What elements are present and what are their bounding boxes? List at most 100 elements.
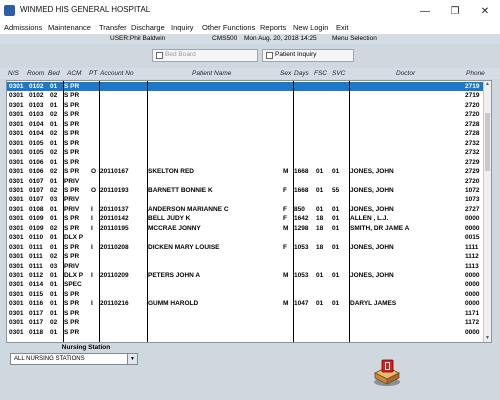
menu-inquiry[interactable]: Inquiry: [171, 23, 194, 32]
table-row[interactable]: 0301 0109 02 S PR I 20110195 MCCRAE JONNY M 1298…: [7, 224, 491, 233]
table-row[interactable]: 0301 0102 01 S PR 2719: [7, 82, 491, 91]
bed-board-toggle[interactable]: Bed Board: [152, 49, 258, 62]
cell-pt: I: [91, 300, 93, 308]
col-ns[interactable]: N/S: [8, 70, 19, 77]
cell-sex: M: [283, 224, 289, 232]
cell-name: [148, 158, 282, 167]
table-row[interactable]: 0301 0107 03 PRIV 1073: [7, 195, 491, 204]
table-row[interactable]: 0301 0111 03 PRIV 1113: [7, 262, 491, 271]
menu-new-login[interactable]: New Login: [293, 23, 328, 32]
table-row[interactable]: 0301 0118 01 S PR 0000: [7, 328, 491, 337]
table-row[interactable]: 0301 0107 02 S PR O 20110193 BARNETT BONNIE K F…: [7, 186, 491, 195]
col-days[interactable]: Days: [294, 70, 309, 77]
cell-room: 0107: [29, 196, 44, 204]
col-svc[interactable]: SVC: [332, 70, 345, 77]
cell-ns: 0301: [9, 243, 24, 251]
menu-maintenance[interactable]: Maintenance: [48, 23, 91, 32]
cell-bed: 01: [50, 215, 58, 223]
close-button[interactable]: ✕: [470, 0, 500, 22]
cell-doctor: [350, 290, 462, 299]
menu-other-functions[interactable]: Other Functions: [202, 23, 255, 32]
cell-acm: S PR: [64, 101, 80, 109]
menu-transfer[interactable]: Transfer: [99, 23, 127, 32]
table-row[interactable]: 0301 0107 01 PRIV 2720: [7, 177, 491, 186]
cell-phone: 2728: [465, 120, 480, 128]
col-fsc[interactable]: FSC: [314, 70, 327, 77]
cell-bed: 01: [50, 272, 58, 279]
menu-exit[interactable]: Exit: [336, 23, 349, 32]
table-row[interactable]: 0301 0117 02 S PR 1172: [7, 318, 491, 327]
scroll-thumb[interactable]: [485, 113, 490, 171]
table-row[interactable]: 0301 0111 01 S PR I 20110208 DICKEN MARY LOUIS…: [7, 243, 491, 252]
cell-doctor: [350, 309, 462, 318]
scroll-up-arrow-icon[interactable]: ▲: [484, 81, 491, 88]
cell-account: [100, 139, 146, 148]
menu-discharge[interactable]: Discharge: [131, 23, 165, 32]
cell-account: [100, 195, 146, 204]
table-row[interactable]: 0301 0117 01 S PR 1171: [7, 309, 491, 318]
cell-room: 0115: [29, 290, 44, 298]
patient-inquiry-checkbox[interactable]: [266, 52, 273, 59]
table-row[interactable]: 0301 0114 01 SPEC 0000: [7, 280, 491, 289]
maximize-button[interactable]: ❐: [440, 0, 470, 22]
exit-door-icon[interactable]: [372, 357, 402, 387]
grid-scrollbar[interactable]: ▲ ▼: [483, 81, 491, 342]
cell-doctor: [350, 262, 462, 271]
table-row[interactable]: 0301 0106 02 S PR O 20110167 SKELTON RED M 1668 0…: [7, 167, 491, 176]
cell-acm: S PR: [64, 83, 80, 90]
col-sex[interactable]: Sex: [280, 70, 291, 77]
nursing-station-select[interactable]: ALL NURSING STATIONS ▼: [10, 353, 138, 365]
table-row[interactable]: 0301 0105 02 S PR 2732: [7, 148, 491, 157]
cell-fsc: [316, 139, 330, 148]
table-row[interactable]: 0301 0106 01 S PR 2729: [7, 158, 491, 167]
cell-phone: 0015: [465, 234, 480, 242]
table-row[interactable]: 0301 0108 01 PRIV I 20110137 ANDERSON MARIANNE…: [7, 205, 491, 214]
cell-acm: S PR: [64, 309, 80, 317]
minimize-button[interactable]: —: [410, 0, 440, 22]
cell-account: 20110142: [100, 215, 129, 223]
cell-bed: 01: [50, 309, 58, 317]
dropdown-arrow-icon[interactable]: ▼: [127, 354, 137, 364]
bed-board-checkbox[interactable]: [156, 52, 163, 59]
table-row[interactable]: 0301 0105 01 S PR 2732: [7, 139, 491, 148]
col-pt[interactable]: PT: [89, 70, 97, 77]
cell-room: 0109: [29, 215, 44, 223]
col-doctor[interactable]: Doctor: [396, 70, 415, 77]
scroll-down-arrow-icon[interactable]: ▼: [484, 335, 491, 342]
cell-acm: DLX P: [64, 272, 84, 279]
patient-inquiry-toggle[interactable]: Patient Inquiry: [262, 49, 354, 62]
col-phone[interactable]: Phone: [466, 70, 485, 77]
table-row[interactable]: 0301 0111 02 S PR 1112: [7, 252, 491, 261]
table-row[interactable]: 0301 0115 01 S PR 0000: [7, 290, 491, 299]
col-account[interactable]: Account No: [100, 70, 134, 77]
cell-bed: 01: [50, 234, 58, 242]
table-row[interactable]: 0301 0103 01 S PR 2720: [7, 101, 491, 110]
cell-account: [100, 177, 146, 186]
menu-admissions[interactable]: Admissions: [4, 23, 42, 32]
cell-room: 0104: [29, 120, 44, 128]
cell-bed: 02: [50, 224, 58, 232]
table-row[interactable]: 0301 0104 02 S PR 2728: [7, 129, 491, 138]
screen-code: CMS500: [212, 35, 238, 42]
table-row[interactable]: 0301 0102 02 S PR 2719: [7, 91, 491, 100]
table-row[interactable]: 0301 0103 02 S PR 2720: [7, 110, 491, 119]
col-room[interactable]: Room: [27, 70, 44, 77]
col-bed[interactable]: Bed: [48, 70, 60, 77]
table-row[interactable]: 0301 0109 01 S PR I 20110142 BELL JUDY K F 1642 1…: [7, 214, 491, 223]
table-row[interactable]: 0301 0112 01 DLX P I 20110209 PETERS JOHN A M 10…: [7, 271, 491, 280]
cell-account: [100, 233, 146, 242]
col-acm[interactable]: ACM: [67, 70, 81, 77]
cell-days: 850: [294, 205, 305, 213]
cell-doctor: [350, 101, 462, 110]
col-patient-name[interactable]: Patient Name: [192, 70, 231, 77]
table-row[interactable]: 0301 0104 01 S PR 2728: [7, 120, 491, 129]
table-row[interactable]: 0301 0116 01 S PR I 20110216 GUMM HAROLD M 1047 0…: [7, 299, 491, 308]
table-row[interactable]: 0301 0110 01 DLX P 0015: [7, 233, 491, 242]
cell-account: 20110167: [100, 168, 129, 176]
cell-bed: 02: [50, 319, 58, 327]
cell-acm: S PR: [64, 149, 80, 157]
menu-reports[interactable]: Reports: [260, 23, 286, 32]
cell-acm: PRIV: [64, 177, 80, 185]
cell-pt: I: [91, 224, 93, 232]
cell-sex: [283, 110, 292, 119]
